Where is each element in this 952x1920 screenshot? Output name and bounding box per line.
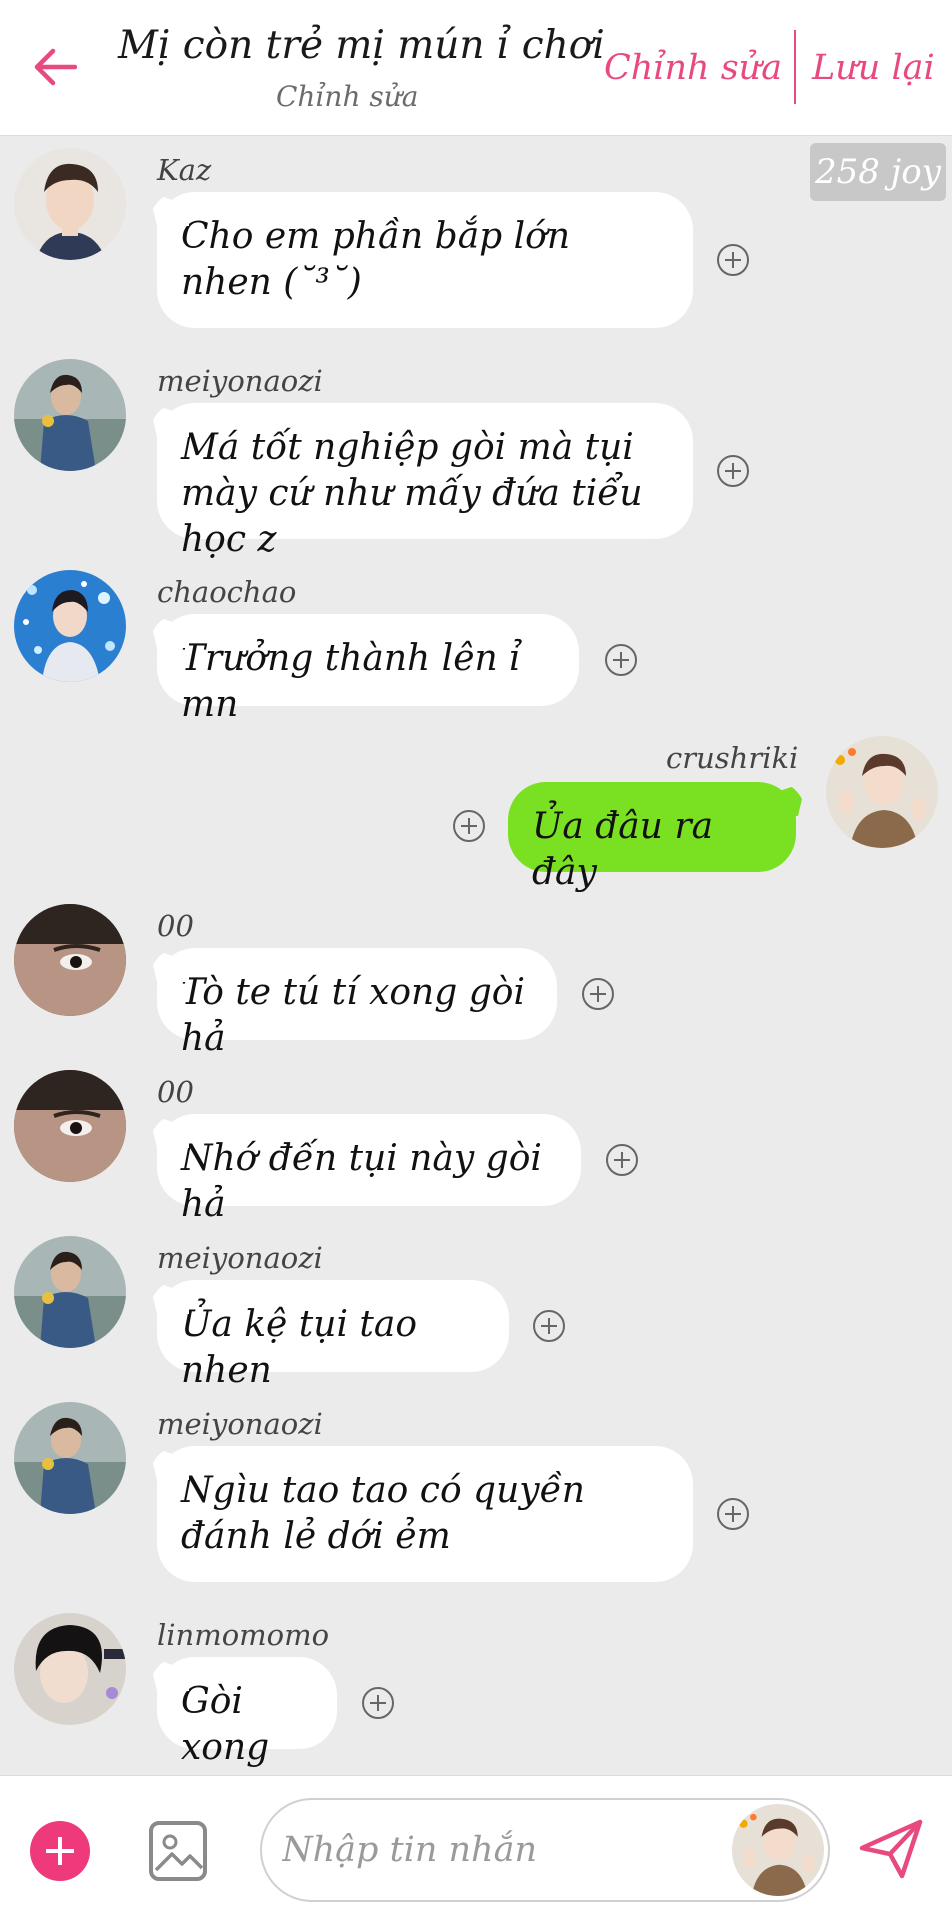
avatar-linmomomo[interactable]	[14, 1613, 126, 1725]
chat-subtitle: Chỉnh sửa	[276, 80, 419, 113]
avatar-kaz[interactable]	[14, 148, 126, 260]
add-reaction-button[interactable]	[453, 810, 485, 842]
add-reaction-button[interactable]	[582, 978, 614, 1010]
add-reaction-button[interactable]	[717, 244, 749, 276]
avatar-meiyonaozi[interactable]	[14, 1236, 126, 1348]
message-input[interactable]	[282, 1822, 722, 1878]
avatar-00[interactable]	[14, 1070, 126, 1182]
avatar-crushriki[interactable]	[826, 736, 938, 848]
message-bubble[interactable]: Ngìu tao tao có quyền đánh lẻ dới ẻm	[157, 1446, 693, 1582]
sender-name: meiyonaozi	[157, 1241, 323, 1275]
avatar-00[interactable]	[14, 904, 126, 1016]
message-bubble[interactable]: Má tốt nghiệp gòi mà tụi mày cứ như mấy …	[157, 403, 693, 560]
message-bubble[interactable]: Trưởng thành lên ỉ mn	[157, 614, 579, 725]
add-reaction-button[interactable]	[533, 1310, 565, 1342]
message-bubble[interactable]: Tò te tú tí xong gòi hả	[157, 948, 557, 1059]
add-reaction-button[interactable]	[606, 1144, 638, 1176]
sender-name: chaochao	[157, 575, 297, 609]
avatar-chaochao[interactable]	[14, 570, 126, 682]
sender-name: crushriki	[666, 741, 799, 775]
message-bubble[interactable]: Cho em phần bắp lớn nhen (˘³˘)	[157, 192, 693, 328]
chat-header: Mị còn trẻ mị mún ỉ chơi Chỉnh sửa Chỉnh…	[0, 0, 952, 136]
add-reaction-button[interactable]	[717, 455, 749, 487]
sender-name: meiyonaozi	[157, 1407, 323, 1441]
sender-name: 00	[157, 1075, 194, 1109]
add-reaction-button[interactable]	[362, 1687, 394, 1719]
sender-name: Kaz	[157, 153, 212, 187]
message-bubble-own[interactable]: Ủa đâu ra đây	[508, 782, 796, 893]
sender-name: meiyonaozi	[157, 364, 323, 398]
add-attachment-button[interactable]	[30, 1821, 90, 1881]
send-button[interactable]	[858, 1818, 924, 1880]
composer-avatar[interactable]	[732, 1804, 824, 1896]
add-reaction-button[interactable]	[605, 644, 637, 676]
avatar-meiyonaozi[interactable]	[14, 1402, 126, 1514]
save-button[interactable]: Lưu lại	[812, 44, 935, 92]
send-icon	[859, 1819, 923, 1879]
composer-bar	[0, 1775, 952, 1920]
add-reaction-button[interactable]	[717, 1498, 749, 1530]
message-bubble[interactable]: Ủa kệ tụi tao nhen	[157, 1280, 509, 1391]
sender-name: 00	[157, 909, 194, 943]
message-bubble[interactable]: Nhớ đến tụi này gòi hả	[157, 1114, 581, 1225]
image-picker-button[interactable]	[148, 1820, 208, 1882]
joy-badge: 258 joy	[810, 143, 946, 201]
arrow-left-icon	[34, 48, 77, 86]
sender-name: linmomomo	[157, 1618, 330, 1652]
chat-title: Mị còn trẻ mị mún ỉ chơi	[118, 23, 605, 68]
image-icon	[149, 1821, 207, 1881]
back-button[interactable]	[26, 38, 84, 96]
edit-button[interactable]: Chỉnh sửa	[604, 44, 782, 92]
message-input-wrapper	[260, 1798, 830, 1902]
header-divider	[794, 30, 796, 104]
message-bubble[interactable]: Gòi xong	[157, 1657, 337, 1768]
avatar-meiyonaozi[interactable]	[14, 359, 126, 471]
